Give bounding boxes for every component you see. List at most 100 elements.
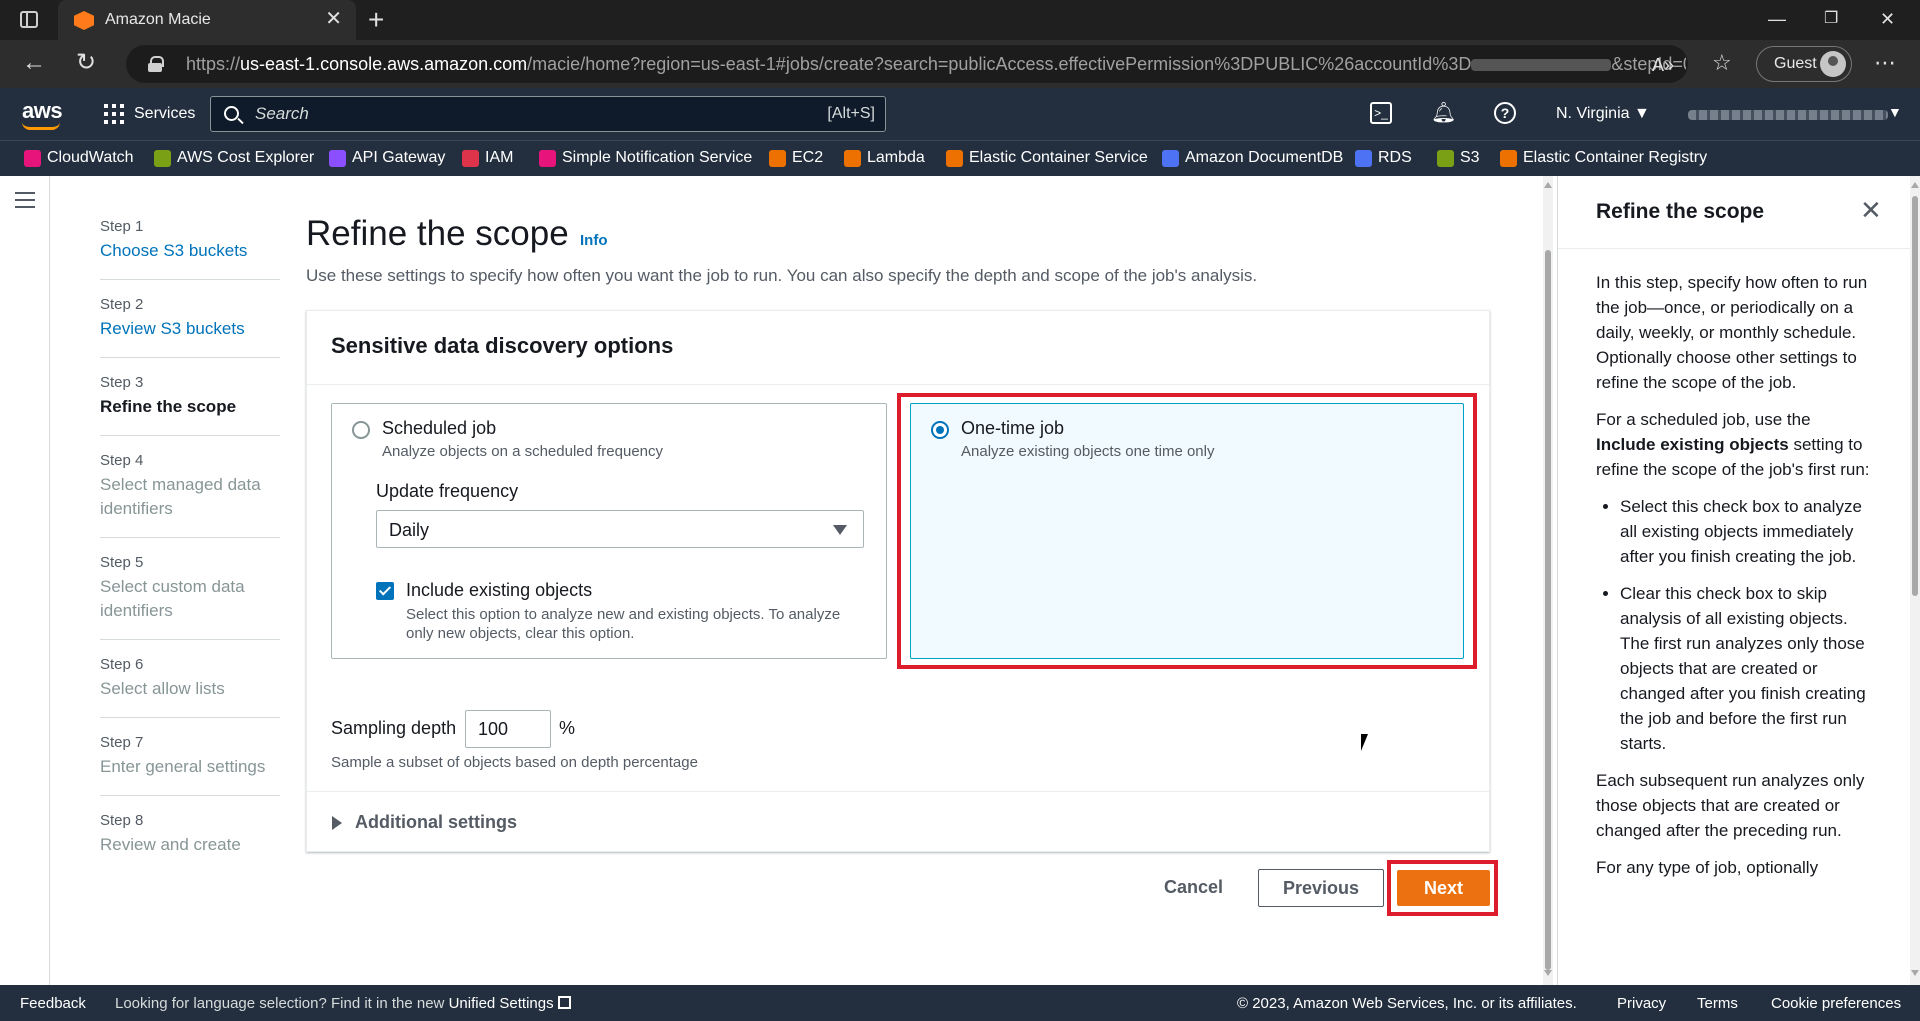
update-frequency-label: Update frequency (376, 481, 519, 501)
favorite-amazon-documentdb[interactable]: Amazon DocumentDB (1162, 149, 1343, 167)
cancel-button[interactable]: Cancel (1150, 868, 1237, 906)
service-icon (769, 149, 786, 167)
region-selector[interactable]: N. Virginia ▼ (1556, 105, 1650, 123)
search-input[interactable] (255, 103, 755, 125)
additional-settings-toggle[interactable]: Additional settings (355, 812, 517, 833)
avatar (1820, 51, 1846, 77)
more-options-icon[interactable]: ⋯ (1874, 50, 1896, 76)
refresh-icon[interactable]: ↻ (76, 50, 96, 76)
browser-titlebar: Amazon Macie ✕ + — ❐ ✕ (0, 0, 1920, 40)
account-menu-redacted[interactable] (1688, 110, 1888, 120)
sampling-depth-input[interactable] (465, 710, 551, 748)
browser-toolbar: ← ↻ https://us-east-1.console.aws.amazon… (0, 40, 1920, 88)
step-current-refine-scope: Refine the scope (100, 397, 237, 416)
step-link-review-buckets[interactable]: Review S3 buckets (100, 317, 280, 341)
one-time-job-highlight (897, 393, 1477, 669)
favorite-s3[interactable]: S3 (1437, 149, 1480, 167)
help-panel: Refine the scope ✕ In this step, specify… (1557, 176, 1910, 985)
scheduled-job-radio[interactable] (352, 421, 370, 439)
aws-logo[interactable]: aws (22, 98, 63, 124)
services-menu[interactable]: Services (134, 105, 195, 123)
info-link[interactable]: Info (580, 232, 608, 249)
redacted-account-id (1471, 59, 1612, 72)
scheduled-job-desc: Analyze objects on a scheduled frequency (382, 443, 664, 460)
search-icon (224, 106, 239, 121)
service-icon (946, 149, 963, 167)
help-panel-title: Refine the scope (1596, 200, 1765, 223)
aws-logo-smile-icon (22, 122, 60, 130)
favorite-iam[interactable]: IAM (462, 149, 513, 167)
feedback-link[interactable]: Feedback (20, 995, 86, 1012)
next-button-highlight (1387, 860, 1498, 916)
terms-link[interactable]: Terms (1697, 995, 1738, 1012)
read-aloud-icon[interactable]: A» (1652, 52, 1674, 78)
previous-button[interactable]: Previous (1258, 869, 1384, 907)
privacy-link[interactable]: Privacy (1617, 995, 1666, 1012)
new-tab-icon[interactable]: + (368, 4, 384, 36)
external-link-icon (557, 996, 571, 1009)
service-icon (1500, 149, 1517, 167)
language-notice: Looking for language selection? Find it … (115, 995, 571, 1012)
favorite-api-gateway[interactable]: API Gateway (329, 149, 445, 167)
favorite-elastic-container-service[interactable]: Elastic Container Service (946, 149, 1148, 167)
discovery-options-container: Sensitive data discovery options Schedul… (306, 310, 1490, 852)
help-icon[interactable]: ? (1494, 102, 1516, 124)
favorite-lambda[interactable]: Lambda (844, 149, 925, 167)
close-icon[interactable]: ✕ (1860, 196, 1882, 224)
step-8: Step 8 Review and create (100, 812, 241, 854)
container-title: Sensitive data discovery options (331, 333, 674, 358)
address-bar[interactable]: https://us-east-1.console.aws.amazon.com… (126, 45, 1688, 83)
favorite-ec2[interactable]: EC2 (769, 149, 823, 167)
service-icon (1437, 149, 1454, 167)
favorite-elastic-container-registry[interactable]: Elastic Container Registry (1500, 149, 1707, 167)
service-icon (539, 149, 556, 167)
guest-profile-button[interactable]: Guest (1756, 46, 1852, 82)
tab-title: Amazon Macie (105, 11, 211, 28)
url-text[interactable]: https://us-east-1.console.aws.amazon.com… (186, 54, 1686, 75)
update-frequency-select[interactable]: Daily (376, 510, 864, 548)
aws-search-box[interactable]: [Alt+S] (210, 96, 886, 132)
aws-console-nav: aws Services [Alt+S] >_ 🔔︎ ? N. Virginia… (0, 88, 1920, 140)
caret-right-icon[interactable] (332, 816, 342, 830)
include-existing-label: Include existing objects (406, 580, 593, 600)
restore-icon[interactable]: ❐ (1824, 8, 1838, 30)
favorite-rds[interactable]: RDS (1355, 149, 1412, 167)
service-icon (329, 149, 346, 167)
service-icon (1162, 149, 1179, 167)
minimize-icon[interactable]: — (1768, 8, 1786, 30)
scheduled-job-label: Scheduled job (382, 418, 497, 438)
caret-down-icon (833, 525, 847, 535)
account-caret-icon[interactable]: ▼ (1888, 104, 1902, 120)
container-header: Sensitive data discovery options (307, 311, 1489, 385)
unified-settings-link[interactable]: Unified Settings (449, 995, 554, 1012)
step-link-choose-buckets[interactable]: Choose S3 buckets (100, 239, 280, 263)
lock-icon (148, 56, 164, 72)
service-icon (844, 149, 861, 167)
browser-tab[interactable]: Amazon Macie ✕ (58, 0, 356, 40)
favorite-aws-cost-explorer[interactable]: AWS Cost Explorer (154, 149, 314, 167)
console-footer: Feedback Looking for language selection?… (0, 985, 1920, 1021)
step-7: Step 7 Enter general settings (100, 734, 280, 796)
tab-actions-icon[interactable] (20, 11, 38, 28)
page-title: Refine the scope (306, 214, 569, 253)
main-scrollbar[interactable] (1543, 176, 1553, 985)
sampling-unit: % (559, 718, 576, 738)
notifications-bell-icon[interactable]: 🔔︎ (1431, 102, 1456, 124)
cloudshell-icon[interactable]: >_ (1370, 102, 1392, 124)
close-tab-icon[interactable]: ✕ (325, 8, 342, 30)
hamburger-menu-icon[interactable] (15, 192, 35, 208)
service-icon (1355, 149, 1372, 167)
side-navigation-rail (0, 176, 50, 985)
back-icon[interactable]: ← (22, 50, 46, 76)
favorite-simple-notification-service[interactable]: Simple Notification Service (539, 149, 752, 167)
favorites-star-icon[interactable]: ☆ (1712, 50, 1732, 76)
macie-favicon-icon (74, 11, 94, 30)
favorite-cloudwatch[interactable]: CloudWatch (24, 149, 134, 167)
window-close-icon[interactable]: ✕ (1880, 8, 1895, 30)
cookie-preferences-link[interactable]: Cookie preferences (1771, 995, 1901, 1012)
services-grid-icon[interactable] (104, 104, 124, 124)
favorites-bar: CloudWatch AWS Cost Explorer API Gateway IA… (0, 140, 1920, 176)
include-existing-checkbox[interactable] (376, 582, 394, 600)
scheduled-job-tile[interactable]: Scheduled job Analyze objects on a sched… (331, 403, 887, 659)
help-scrollbar[interactable] (1910, 176, 1920, 985)
